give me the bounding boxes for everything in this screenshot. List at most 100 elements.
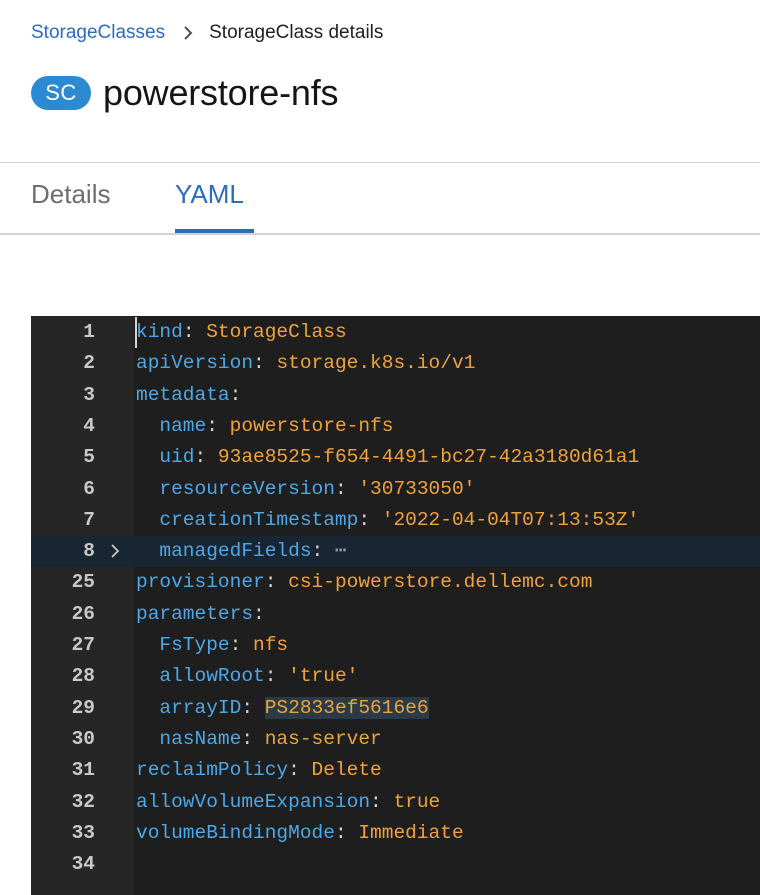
code-text: apiVersion: storage.k8s.io/v1 [136,352,476,375]
yaml-key: kind [136,321,183,343]
code-text: allowRoot: 'true' [159,665,359,688]
page-title: powerstore-nfs [103,72,339,113]
yaml-key: creationTimestamp [159,508,359,531]
line-number: 26 [71,602,95,625]
code-line[interactable]: 4 name: powerstore-nfs [31,411,760,442]
code-text: provisioner: csi-powerstore.dellemc.com [136,571,593,594]
code-text: managedFields: ⋯ [159,540,347,563]
yaml-value: nfs [253,634,289,656]
code-line[interactable]: 8 managedFields: ⋯ [31,536,760,568]
code-text: FsType: nfs [159,634,289,656]
tab-yaml[interactable]: YAML [175,179,244,210]
yaml-value: powerstore-nfs [229,414,394,437]
code-line[interactable]: 30 nasName: nas-server [31,724,760,755]
yaml-key: parameters [136,602,254,625]
yaml-value: Delete [311,759,382,782]
tab-details[interactable]: Details [31,179,110,210]
yaml-key: metadata [136,383,230,406]
code-line[interactable]: 27 FsType: nfs [31,630,760,661]
line-number: 32 [71,790,95,813]
yaml-key: nasName [159,727,242,750]
code-line[interactable]: 31 reclaimPolicy: Delete [31,755,760,786]
yaml-key: allowRoot [159,665,265,688]
line-number: 2 [83,352,95,375]
line-number: 29 [71,696,95,719]
text-cursor [135,317,137,348]
code-text: allowVolumeExpansion: true [136,790,441,813]
code-text: resourceVersion: '30733050' [159,477,476,500]
code-line[interactable]: 34 [31,849,760,880]
yaml-editor[interactable]: 1 kind: StorageClass 2 apiVersion: storage.… [31,316,760,895]
yaml-value: Immediate [358,821,464,844]
line-number: 25 [71,571,95,594]
code-text: uid: 93ae8525-f654-4491-bc27-42a3180d61a… [159,446,640,469]
yaml-value: csi-powerstore.dellemc.com [288,571,593,594]
line-number: 27 [71,634,95,656]
yaml-key: volumeBindingMode [136,821,335,844]
code-text: name: powerstore-nfs [159,414,394,437]
code-text: arrayID: PS2833ef5616e6 [159,696,429,719]
yaml-value: '30733050' [358,477,476,500]
line-number: 6 [83,477,95,500]
code-line[interactable]: 33 volumeBindingMode: Immediate [31,818,760,849]
yaml-key: arrayID [159,696,242,719]
code-line[interactable]: 32 allowVolumeExpansion: true [31,787,760,818]
yaml-key: apiVersion [136,352,254,375]
page-header: SC powerstore-nfs [31,72,338,114]
line-number: 8 [83,540,95,563]
code-line[interactable]: 3 metadata: [31,380,760,411]
yaml-value: 'true' [288,665,359,688]
yaml-key: uid [159,446,195,469]
resource-badge: SC [31,76,91,110]
code-text: kind: StorageClass [136,321,347,343]
code-line[interactable]: 28 allowRoot: 'true' [31,661,760,692]
code-line[interactable]: 7 creationTimestamp: '2022-04-04T07:13:5… [31,505,760,536]
code-line[interactable]: 1 kind: StorageClass [31,317,760,348]
yaml-key: resourceVersion [159,477,335,500]
line-number: 30 [71,727,95,750]
yaml-value: StorageClass [206,321,347,343]
code-line[interactable]: 2 apiVersion: storage.k8s.io/v1 [31,348,760,379]
breadcrumb: StorageClasses StorageClass details [31,22,383,44]
yaml-value: true [393,790,441,813]
storageclass-details-page: StorageClasses StorageClass details SC p… [0,0,760,895]
line-number: 28 [71,665,95,688]
yaml-key: name [159,414,207,437]
code-text: nasName: nas-server [159,727,382,750]
active-tab-indicator [175,229,254,233]
yaml-value: '2022-04-04T07:13:53Z' [381,508,640,531]
breadcrumb-storageclasses-link[interactable]: StorageClasses [31,22,165,44]
yaml-value: 93ae8525-f654-4491-bc27-42a3180d61a1 [217,446,640,469]
yaml-key: provisioner [136,571,265,594]
yaml-key: reclaimPolicy [136,759,289,782]
line-number: 4 [83,414,95,437]
code-line[interactable]: 5 uid: 93ae8525-f654-4491-bc27-42a3180d6… [31,442,760,473]
code-text: metadata: [136,383,242,406]
line-number: 1 [83,321,95,343]
tab-bar: Details YAML [0,163,760,235]
folded-ellipsis-icon[interactable]: ⋯ [323,540,347,562]
code-text: parameters: [136,602,265,625]
fold-chevron-icon[interactable] [107,543,123,559]
line-number: 3 [83,383,95,406]
yaml-key: FsType [159,634,230,656]
chevron-right-icon [183,26,193,40]
breadcrumb-current: StorageClass details [209,22,384,43]
yaml-value: nas-server [264,727,382,750]
line-number: 33 [71,821,95,844]
code-line[interactable]: 29 arrayID: PS2833ef5616e6 [31,693,760,724]
yaml-key: managedFields [159,540,312,563]
line-number: 7 [83,508,95,531]
code-line[interactable]: 26 parameters: [31,599,760,630]
code-text: creationTimestamp: '2022-04-04T07:13:53Z… [159,508,640,531]
line-number: 34 [71,853,95,876]
yaml-value: PS2833ef5616e6 [264,696,429,719]
line-number: 5 [83,446,95,469]
code-line[interactable]: 6 resourceVersion: '30733050' [31,474,760,505]
yaml-value: storage.k8s.io/v1 [276,352,476,375]
yaml-key: allowVolumeExpansion [136,790,371,813]
code-text: reclaimPolicy: Delete [136,759,382,782]
code-line[interactable]: 25 provisioner: csi-powerstore.dellemc.co… [31,567,760,598]
line-number: 31 [71,759,95,782]
code-text: volumeBindingMode: Immediate [136,821,464,844]
